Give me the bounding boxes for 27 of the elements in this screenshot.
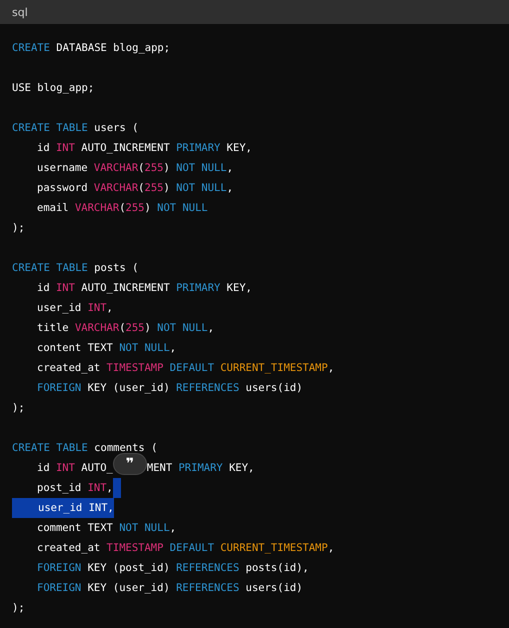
code-line: FOREIGN KEY (post_id) REFERENCES posts(id), xyxy=(36,561,309,576)
code-line: content TEXT NOT NULL, xyxy=(36,341,176,356)
quote-button[interactable]: ❞ xyxy=(112,453,147,475)
code-line: MENT PRIMARY KEY, xyxy=(146,461,254,476)
code-line: id INT AUTO_ xyxy=(36,461,113,476)
code-line: CREATE TABLE posts ( xyxy=(12,261,138,276)
code-line: user_id INT, xyxy=(36,301,113,316)
code-line: FOREIGN KEY (user_id) REFERENCES users(id) xyxy=(36,381,303,396)
code-line: CREATE TABLE comments ( xyxy=(12,441,158,456)
code-line: id INT AUTO_INCREMENT PRIMARY KEY, xyxy=(36,141,252,156)
code-line: password VARCHAR(255) NOT NULL, xyxy=(36,181,234,196)
code-line: USE blog_app; xyxy=(12,81,94,96)
code-line: comment TEXT NOT NULL, xyxy=(36,521,176,536)
code-line: username VARCHAR(255) NOT NULL, xyxy=(36,161,234,176)
code-line: FOREIGN KEY (user_id) REFERENCES users(id) xyxy=(36,581,303,596)
code-line: title VARCHAR(255) NOT NULL, xyxy=(36,321,214,336)
code-line: ); xyxy=(12,221,25,236)
code-line: email VARCHAR(255) NOT NULL xyxy=(36,201,208,216)
code-line: created_at TIMESTAMP DEFAULT CURRENT_TIMESTAMP, xyxy=(36,541,334,556)
code-line: created_at TIMESTAMP DEFAULT CURRENT_TIMESTAMP, xyxy=(36,361,334,376)
code-line: CREATE DATABASE blog_app; xyxy=(12,41,170,56)
code-line: id INT AUTO_INCREMENT PRIMARY KEY, xyxy=(36,281,252,296)
code-line: CREATE TABLE users ( xyxy=(12,121,138,136)
language-label: sql xyxy=(12,6,28,18)
code-line: ); xyxy=(12,401,25,416)
code-line: ); xyxy=(12,601,25,616)
code-line: post_id INT, xyxy=(36,481,113,496)
